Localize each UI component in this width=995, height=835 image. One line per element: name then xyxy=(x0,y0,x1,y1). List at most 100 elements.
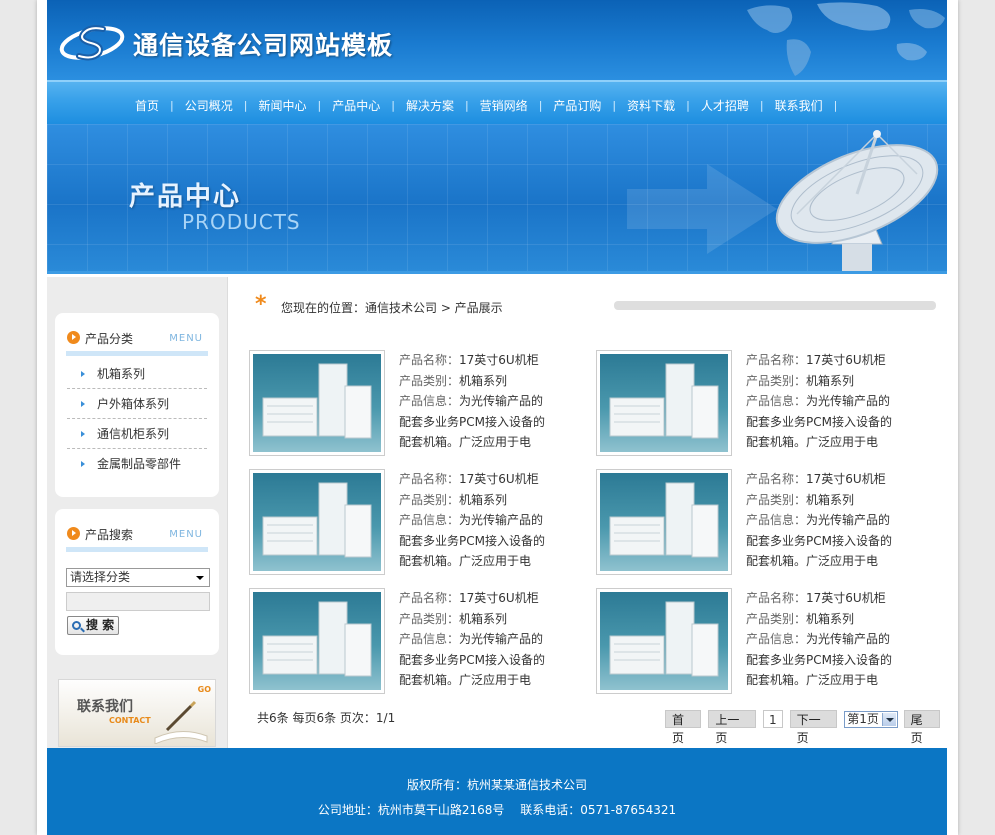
search-box-title: 产品搜索 xyxy=(85,528,134,542)
product-category: 机箱系列 xyxy=(459,611,508,626)
product-name[interactable]: 17英寸6U机柜 xyxy=(806,353,886,367)
cabinet-image-icon xyxy=(262,601,372,677)
category-select[interactable]: 请选择分类 xyxy=(66,568,210,587)
search-menu-label: MENU xyxy=(169,529,203,540)
contact-title-en: CONTACT xyxy=(109,716,151,725)
nav-separator: | xyxy=(391,99,395,112)
contact-title-cn: 联系我们 xyxy=(77,699,133,715)
category-item[interactable]: 机箱系列 xyxy=(67,359,207,389)
product-info: 产品名称：17英寸6U机柜 产品类别：机箱系列 产品信息：为光传输产品的 配套多业务P… xyxy=(746,469,892,572)
category-link[interactable]: 机箱系列 xyxy=(97,367,145,381)
nav-list: 首页 | 公司概况 | 新闻中心 | 产品中心 | 解决方案 | 营销网络 | 产品订购 | 资料下载 | 人才… xyxy=(127,97,840,114)
search-box-header: 产品搜索 MENU xyxy=(55,509,219,552)
product-name-row: 产品名称：17英寸6U机柜 xyxy=(399,588,545,609)
nav-link[interactable]: 营销网络 xyxy=(472,97,536,114)
product-name-row: 产品名称：17英寸6U机柜 xyxy=(399,350,545,371)
nav-link[interactable]: 联系我们 xyxy=(767,97,831,114)
product-info-row: 产品信息：为光传输产品的 xyxy=(399,391,545,412)
contact-us-banner[interactable]: GO 联系我们 CONTACT xyxy=(58,679,216,747)
nav-link[interactable]: 人才招聘 xyxy=(693,97,757,114)
product-thumbnail[interactable] xyxy=(596,469,732,575)
label: 产品名称： xyxy=(399,353,460,367)
product-thumbnail[interactable] xyxy=(249,350,385,456)
product-item: 产品名称：17英寸6U机柜 产品类别：机箱系列 产品信息：为光传输产品的 配套多业务P… xyxy=(249,350,579,456)
product-thumbnail[interactable] xyxy=(249,469,385,575)
site-footer: 版权所有：杭州某某通信技术公司 公司地址：杭州市莫干山路2168号 联系电话：0… xyxy=(47,748,947,835)
product-thumbnail[interactable] xyxy=(596,350,732,456)
product-info-text: 为光传输产品的 xyxy=(459,513,544,527)
nav-separator: | xyxy=(243,99,248,112)
next-page-button[interactable]: 下一页 xyxy=(789,710,838,745)
category-box-header: 产品分类 MENU xyxy=(55,313,219,356)
product-item: 产品名称：17英寸6U机柜 产品类别：机箱系列 产品信息：为光传输产品的 配套多业务P… xyxy=(249,469,579,575)
pagination: 首页 上一页 1 下一页 第1页 尾页 xyxy=(665,710,947,745)
page-select[interactable]: 第1页 xyxy=(844,710,898,728)
pager-summary: 共6条 每页6条 页次：1/1 xyxy=(257,711,396,725)
category-link[interactable]: 户外箱体系列 xyxy=(97,397,169,411)
category-item[interactable]: 户外箱体系列 xyxy=(67,389,207,419)
chevron-down-icon xyxy=(196,576,204,580)
product-category-row: 产品类别：机箱系列 xyxy=(746,609,892,630)
nav-item: 公司概况 | xyxy=(177,97,251,114)
label: 产品信息： xyxy=(399,513,460,527)
product-item: 产品名称：17英寸6U机柜 产品类别：机箱系列 产品信息：为光传输产品的 配套多业务P… xyxy=(596,588,926,694)
product-info: 产品名称：17英寸6U机柜 产品类别：机箱系列 产品信息：为光传输产品的 配套多业务P… xyxy=(399,350,545,453)
category-link[interactable]: 通信机柜系列 xyxy=(97,427,169,441)
last-page-button[interactable]: 尾页 xyxy=(903,710,940,745)
product-info-text: 为光传输产品的 xyxy=(459,632,544,646)
main-nav: 首页 | 公司概况 | 新闻中心 | 产品中心 | 解决方案 | 营销网络 | 产品订购 | 资料下载 | 人才… xyxy=(47,80,947,124)
nav-link[interactable]: 首页 xyxy=(127,97,167,114)
world-map-graphic xyxy=(747,2,945,76)
nav-link[interactable]: 新闻中心 xyxy=(250,97,314,114)
chevron-down-icon xyxy=(881,712,896,726)
product-image xyxy=(600,473,728,571)
nav-link[interactable]: 资料下载 xyxy=(619,97,683,114)
category-item[interactable]: 通信机柜系列 xyxy=(67,419,207,449)
product-name[interactable]: 17英寸6U机柜 xyxy=(806,472,886,486)
product-image xyxy=(253,473,381,571)
product-info-text: 为光传输产品的 xyxy=(806,632,891,646)
label: 产品信息： xyxy=(399,632,460,646)
product-thumbnail[interactable] xyxy=(596,588,732,694)
nav-item: 联系我们 | xyxy=(767,97,841,114)
category-link[interactable]: 金属制品零部件 xyxy=(97,457,181,471)
nav-separator: | xyxy=(464,99,469,112)
product-category: 机箱系列 xyxy=(459,373,508,388)
divider xyxy=(66,547,208,552)
book-pen-icon xyxy=(154,700,208,744)
caret-right-icon xyxy=(81,461,85,467)
nav-link[interactable]: 公司概况 xyxy=(177,97,241,114)
keyword-input[interactable] xyxy=(66,592,210,611)
footer-contact-info: 公司地址：杭州市莫干山路2168号 联系电话：0571-87654321 xyxy=(317,803,677,817)
current-page-number: 1 xyxy=(762,710,783,728)
go-label: GO xyxy=(197,685,211,694)
search-button-label: 搜 索 xyxy=(86,618,115,632)
nav-link[interactable]: 解决方案 xyxy=(398,97,462,114)
search-button[interactable]: 搜 索 xyxy=(67,616,119,635)
nav-item: 资料下载 | xyxy=(619,97,693,114)
nav-separator: | xyxy=(686,99,690,112)
product-name[interactable]: 17英寸6U机柜 xyxy=(459,472,539,486)
label: 产品类别： xyxy=(399,611,460,626)
product-thumbnail[interactable] xyxy=(249,588,385,694)
nav-link[interactable]: 产品中心 xyxy=(324,97,388,114)
category-box: 产品分类 MENU 机箱系列户外箱体系列 通信机柜系列 金属制品零部件 xyxy=(55,313,219,497)
product-name[interactable]: 17英寸6U机柜 xyxy=(459,353,539,367)
product-category-row: 产品类别：机箱系列 xyxy=(399,371,545,392)
first-page-button[interactable]: 首页 xyxy=(665,710,702,745)
nav-link[interactable]: 产品订购 xyxy=(545,97,609,114)
category-item[interactable]: 金属制品零部件 xyxy=(67,449,207,479)
product-info-line: 配套机箱。广泛应用于电 xyxy=(399,435,532,449)
product-name[interactable]: 17英寸6U机柜 xyxy=(459,591,539,605)
banner-title-en: PRODUCTS xyxy=(182,210,301,234)
product-name-row: 产品名称：17英寸6U机柜 xyxy=(746,469,892,490)
product-name[interactable]: 17英寸6U机柜 xyxy=(806,591,886,605)
product-info-text: 为光传输产品的 xyxy=(806,394,891,408)
nav-separator: | xyxy=(170,99,174,112)
nav-item: 营销网络 | xyxy=(472,97,546,114)
caret-right-icon xyxy=(81,401,85,407)
satellite-dish-icon xyxy=(775,130,939,271)
product-info-row: 产品信息：为光传输产品的 xyxy=(746,629,892,650)
product-info-line: 配套机箱。广泛应用于电 xyxy=(746,554,879,568)
prev-page-button[interactable]: 上一页 xyxy=(708,710,756,745)
